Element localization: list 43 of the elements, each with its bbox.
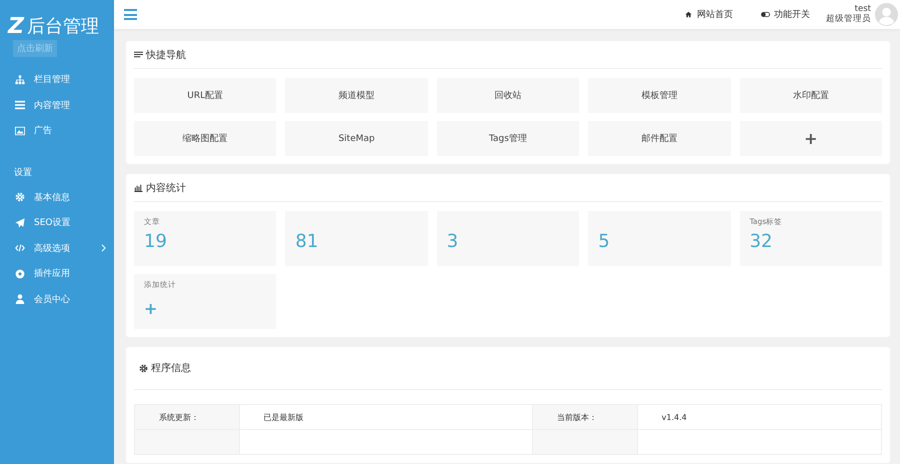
stat-value: 32 <box>750 231 772 252</box>
menu-icon[interactable] <box>124 9 137 20</box>
list-icon <box>15 100 25 110</box>
logo-title: 后台管理 <box>26 18 99 36</box>
stat-value: 81 <box>295 231 318 252</box>
quick-nav-tile[interactable]: 回收站 <box>436 78 580 113</box>
quick-nav-tile[interactable]: 频道模型 <box>285 78 428 113</box>
stat-value: 3 <box>446 231 458 252</box>
panel-title: 程序信息 <box>151 362 191 375</box>
quick-nav-tile[interactable]: 邮件配置 <box>588 121 731 156</box>
quick-nav-tile[interactable]: URL配置 <box>134 78 276 113</box>
stat-value: 5 <box>598 231 610 252</box>
topbar-link[interactable]: 网站首页 <box>684 8 733 21</box>
sidebar-section-label: 设置 <box>13 166 33 180</box>
table-cell: 系统更新： <box>159 412 199 422</box>
topbar-link[interactable]: 功能开关 <box>761 8 810 21</box>
quick-nav-tile[interactable]: 缩略图配置 <box>134 121 276 156</box>
bar-chart-icon <box>134 183 143 192</box>
table-cell: 已是最新版 <box>264 412 304 422</box>
panel-title: 内容统计 <box>146 182 186 194</box>
home-icon <box>684 11 693 18</box>
quick-nav-tile[interactable]: + <box>740 121 882 156</box>
list-icon <box>134 50 143 59</box>
table-cell: v1.4.4 <box>662 412 687 422</box>
table-cell: 当前版本： <box>557 412 598 422</box>
gear-icon <box>15 192 25 202</box>
ball-icon <box>15 268 25 279</box>
sitemap-icon <box>15 74 25 85</box>
gear-icon <box>139 364 148 372</box>
quick-nav-tile[interactable]: 水印配置 <box>740 78 882 113</box>
quick-nav-tile[interactable]: SiteMap <box>285 121 428 156</box>
user-role: 超级管理员 <box>826 14 871 24</box>
quick-nav-tile[interactable]: 模板管理 <box>588 78 731 113</box>
stat-value: 19 <box>144 231 167 252</box>
image-icon <box>15 126 25 136</box>
user-name: test <box>854 5 871 14</box>
user-icon <box>15 294 25 304</box>
code-icon <box>15 243 25 254</box>
quick-nav-tile[interactable]: Tags管理 <box>436 121 580 156</box>
panel-title: 快捷导航 <box>146 48 186 62</box>
toggle-icon <box>761 11 770 18</box>
plane-icon <box>15 218 25 228</box>
logo-mark: Z <box>8 16 24 38</box>
